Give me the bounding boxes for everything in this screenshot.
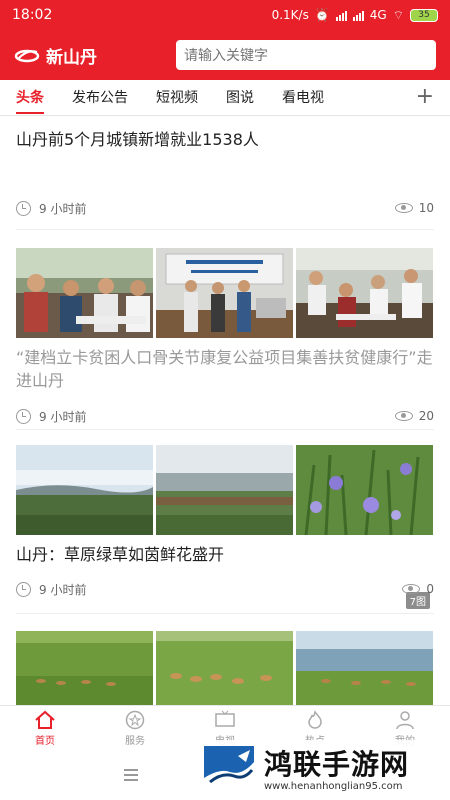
news-images: 7图 (16, 445, 434, 609)
clock-icon (16, 581, 31, 597)
news-title: 山丹：草原绿草如茵鲜花盛开 (16, 545, 225, 564)
watermark-logo-icon (204, 746, 254, 796)
channel-tabs: 头条 发布公告 短视频 图说 看电视 + (0, 80, 450, 116)
signal-icon-2 (352, 10, 364, 21)
status-bar: 18:02 0.1K/s ⏰ 4G ⌔ 35 (0, 0, 450, 30)
search-input[interactable] (176, 40, 436, 70)
news-item[interactable]: 7图 山丹：草原绿草如茵鲜花盛开 9 小时前 0 (16, 430, 434, 614)
tab-photo-stories[interactable]: 图说 (226, 80, 254, 116)
news-photo (156, 445, 293, 535)
news-meta: 9 小时前 0 (16, 579, 434, 599)
status-indicators: 0.1K/s ⏰ 4G ⌔ 35 (272, 8, 438, 23)
nav-label: 首页 (35, 736, 55, 747)
star-badge-icon (125, 710, 145, 730)
tab-watch-tv[interactable]: 看电视 (282, 80, 324, 116)
nav-label: 服务 (125, 736, 145, 747)
views-count: 20 (394, 409, 434, 423)
news-photo (296, 445, 433, 535)
image-count-badge: 7图 (405, 592, 430, 609)
network-type: 4G (369, 8, 387, 22)
news-title: “建档立卡贫困人口骨关节康复公益项目集善扶贫健康行”走进山丹 (16, 348, 433, 390)
app-header: 新山丹 (0, 30, 450, 80)
tab-headlines[interactable]: 头条 (16, 80, 44, 116)
user-icon (396, 711, 414, 730)
clock-icon (16, 408, 31, 424)
alarm-icon: ⏰ (314, 8, 330, 22)
flame-icon (308, 710, 322, 729)
news-photo (296, 248, 433, 338)
logo-text: 新山丹 (46, 47, 97, 68)
news-photo (156, 248, 293, 338)
news-time: 9 小时前 (39, 409, 87, 424)
watermark-title: 鸿联手游网 (264, 747, 410, 781)
watermark-url: www.henanhonglian95.com (264, 780, 403, 792)
eye-icon (394, 203, 413, 213)
battery-icon: 35 (410, 8, 438, 22)
news-item[interactable]: 山丹前5个月城镇新增就业1538人 9 小时前 10 (16, 118, 434, 230)
eye-icon (394, 411, 413, 421)
tab-short-video[interactable]: 短视频 (156, 80, 198, 116)
news-item[interactable]: “建档立卡贫困人口骨关节康复公益项目集善扶贫健康行”走进山丹 9 小时前 20 (16, 230, 434, 430)
news-time: 9 小时前 (39, 201, 87, 216)
news-feed: 山丹前5个月城镇新增就业1538人 9 小时前 10 “建档立卡贫困人口骨关节康… (16, 118, 434, 724)
logo-mark-icon (14, 49, 40, 63)
news-title: 山丹前5个月城镇新增就业1538人 (16, 130, 259, 149)
nav-home[interactable]: 首页 (0, 706, 90, 751)
wifi-icon: ⌔ (392, 7, 404, 22)
news-images (16, 248, 434, 338)
signal-icon (335, 10, 347, 21)
news-photo (16, 248, 153, 338)
news-time: 9 小时前 (39, 582, 87, 597)
news-photo (16, 445, 153, 535)
news-meta: 9 小时前 20 (16, 406, 434, 426)
home-icon (35, 710, 55, 729)
views-value: 20 (418, 409, 434, 423)
status-time: 18:02 (12, 7, 53, 23)
views-count: 10 (394, 201, 434, 215)
views-value: 10 (418, 201, 434, 215)
menu-icon[interactable] (124, 769, 138, 781)
tab-announcements[interactable]: 发布公告 (72, 80, 128, 116)
clock-icon (16, 200, 31, 216)
news-meta: 9 小时前 10 (16, 198, 434, 218)
watermark-text: 鸿联手游网 www.henanhonglian95.com (264, 747, 410, 792)
app-logo[interactable]: 新山丹 (14, 43, 174, 68)
nav-services[interactable]: 服务 (90, 706, 180, 751)
tv-icon (215, 710, 235, 727)
network-speed: 0.1K/s (271, 8, 309, 22)
add-channel-icon[interactable]: + (416, 86, 434, 108)
site-watermark: 鸿联手游网 www.henanhonglian95.com (200, 740, 450, 800)
